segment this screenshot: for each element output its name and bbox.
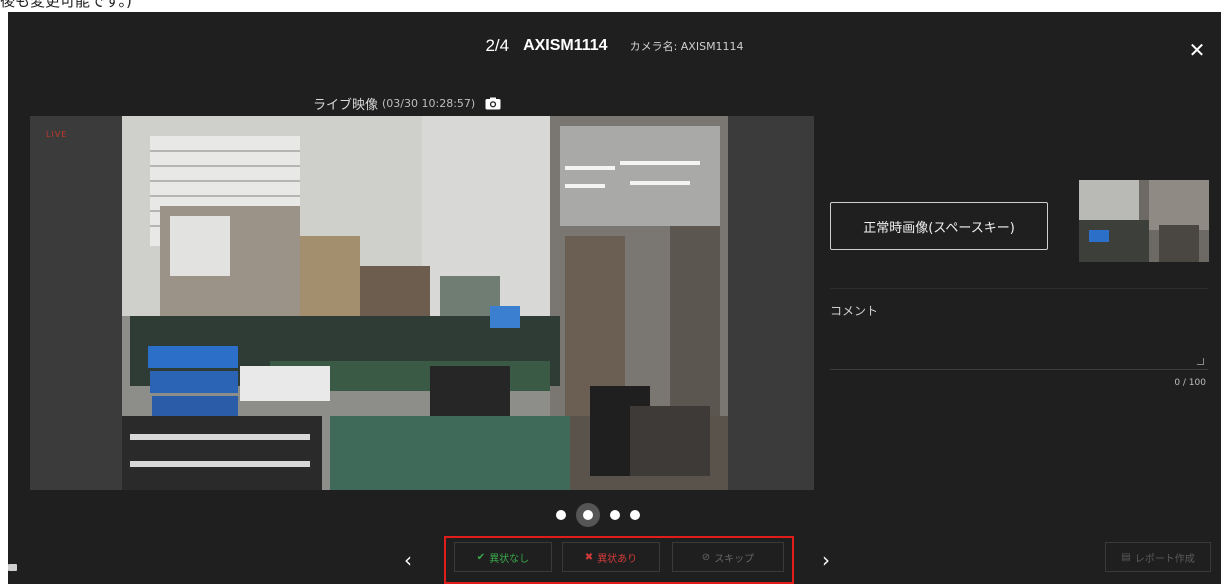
live-video-frame[interactable]: LIVE xyxy=(30,116,814,490)
camera-index: 2/4 xyxy=(485,36,510,55)
normal-image-thumbnail-picture xyxy=(1079,180,1209,262)
skip-label: スキップ xyxy=(714,553,755,565)
chevron-left-icon[interactable]: ‹ xyxy=(404,550,412,570)
live-video-label: ライブ映像 (03/30 10:28:57) xyxy=(313,94,501,113)
live-video-timestamp: (03/30 10:28:57) xyxy=(382,97,476,110)
chevron-right-icon[interactable]: › xyxy=(822,550,830,570)
no-anomaly-label: 異状なし xyxy=(489,553,530,565)
carousel-indicator xyxy=(556,503,640,527)
live-video-title: ライブ映像 xyxy=(313,98,379,113)
no-anomaly-button[interactable]: ✔ 異状なし xyxy=(454,542,552,572)
comment-field[interactable]: コメント xyxy=(830,288,1208,370)
carousel-dot[interactable] xyxy=(556,510,566,520)
carousel-dot[interactable] xyxy=(610,510,620,520)
eye-off-icon: ⊘ xyxy=(701,551,711,563)
skip-button[interactable]: ⊘ スキップ xyxy=(672,542,784,572)
comment-placeholder: コメント xyxy=(830,304,879,318)
create-report-label: レポート作成 xyxy=(1134,553,1195,565)
anomaly-button[interactable]: ✖ 異状あり xyxy=(562,542,660,572)
camera-icon[interactable] xyxy=(485,97,501,110)
anomaly-label: 異状あり xyxy=(597,553,638,565)
background-page-text: 後も変更可能です。) xyxy=(0,0,1229,12)
live-video-image xyxy=(30,116,814,490)
carousel-dot-active[interactable] xyxy=(576,503,600,527)
checkmark-icon: ✔ xyxy=(476,551,486,563)
normal-image-thumbnail[interactable] xyxy=(1079,180,1209,262)
video-overlay-tag: LIVE xyxy=(46,130,68,139)
review-side-panel: 正常時画像(スペースキー) コメント 0 / 100 xyxy=(824,116,1214,490)
carousel-dot[interactable] xyxy=(630,510,640,520)
comment-char-counter: 0 / 100 xyxy=(1174,378,1206,388)
modal-header: 2/4 AXISM1114 カメラ名: AXISM1114 xyxy=(8,12,1221,80)
resize-handle-icon[interactable] xyxy=(1197,358,1204,365)
camera-review-modal: 2/4 AXISM1114 カメラ名: AXISM1114 ✕ ライブ映像 (0… xyxy=(8,12,1221,584)
create-report-button[interactable]: ▤ レポート作成 xyxy=(1105,542,1211,572)
comment-divider xyxy=(830,288,1208,289)
camera-name: カメラ名: AXISM1114 xyxy=(629,40,744,53)
cross-icon: ✖ xyxy=(584,551,594,563)
normal-image-button[interactable]: 正常時画像(スペースキー) xyxy=(830,202,1048,250)
chat-icon[interactable] xyxy=(8,558,18,571)
close-icon[interactable]: ✕ xyxy=(1187,40,1207,60)
report-icon: ▤ xyxy=(1121,551,1131,563)
bottom-action-bar: ‹ ✔ 異状なし ✖ 異状あり ⊘ スキップ › ▤ レポート作成 xyxy=(8,532,1221,584)
background-page-text-label: 後も変更可能です。) xyxy=(0,0,132,10)
camera-id: AXISM1114 xyxy=(523,37,608,54)
